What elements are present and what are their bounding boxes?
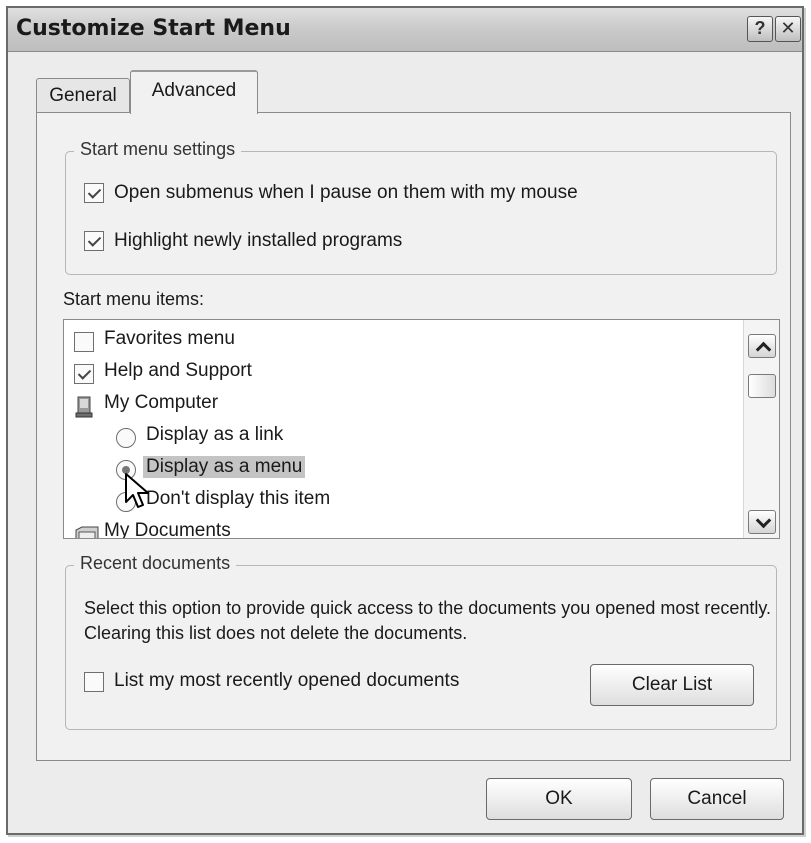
- display-as-link-label[interactable]: Display as a link: [146, 424, 283, 446]
- clear-list-button[interactable]: Clear List: [590, 664, 754, 706]
- computer-icon: [75, 396, 93, 418]
- start-menu-settings-legend: Start menu settings: [74, 139, 242, 160]
- open-submenus-checkbox[interactable]: [84, 183, 104, 203]
- start-menu-items-list[interactable]: Favorites menu Help and Support My Compu…: [63, 319, 780, 539]
- cancel-button[interactable]: Cancel: [650, 778, 784, 820]
- help-support-label[interactable]: Help and Support: [104, 360, 252, 382]
- scroll-up-button[interactable]: [748, 334, 776, 358]
- recent-documents-group: Recent documents Select this option to p…: [65, 553, 777, 730]
- list-recent-documents-checkbox[interactable]: [84, 672, 104, 692]
- start-menu-items-label: Start menu items:: [63, 289, 205, 309]
- scroll-thumb[interactable]: [748, 374, 776, 398]
- my-documents-label: My Documents: [104, 520, 231, 539]
- tab-advanced[interactable]: Advanced: [130, 70, 258, 114]
- dont-display-label[interactable]: Don't display this item: [146, 488, 330, 510]
- display-as-menu-label[interactable]: Display as a menu: [143, 456, 306, 478]
- recent-documents-description: Select this option to provide quick acce…: [84, 598, 772, 643]
- highlight-new-programs-checkbox[interactable]: [84, 231, 104, 251]
- scroll-down-button[interactable]: [748, 510, 776, 534]
- close-button[interactable]: ✕: [775, 16, 801, 42]
- start-menu-settings-group: Start menu settings Open submenus when I…: [65, 139, 777, 275]
- mouse-pointer-icon: [125, 473, 149, 508]
- tab-general[interactable]: General: [36, 78, 130, 113]
- customize-start-menu-dialog: Customize Start Menu ? ✕ General Advance…: [6, 6, 804, 835]
- window-title: Customize Start Menu: [16, 16, 291, 41]
- help-support-checkbox[interactable]: [74, 364, 94, 384]
- highlight-new-programs-label[interactable]: Highlight newly installed programs: [114, 230, 402, 252]
- advanced-tab-panel: Start menu settings Open submenus when I…: [36, 112, 791, 761]
- ok-button[interactable]: OK: [486, 778, 632, 820]
- my-computer-label: My Computer: [104, 392, 219, 413]
- help-button[interactable]: ?: [747, 16, 773, 42]
- open-submenus-label[interactable]: Open submenus when I pause on them with …: [114, 182, 578, 204]
- title-bar[interactable]: Customize Start Menu ? ✕: [8, 8, 802, 52]
- favorites-menu-label[interactable]: Favorites menu: [104, 328, 235, 350]
- recent-documents-legend: Recent documents: [74, 553, 237, 574]
- documents-icon: [75, 526, 99, 538]
- display-as-link-radio[interactable]: [116, 428, 136, 448]
- list-recent-documents-label[interactable]: List my most recently opened documents: [114, 670, 459, 692]
- list-scrollbar[interactable]: [743, 320, 779, 538]
- favorites-menu-checkbox[interactable]: [74, 332, 94, 352]
